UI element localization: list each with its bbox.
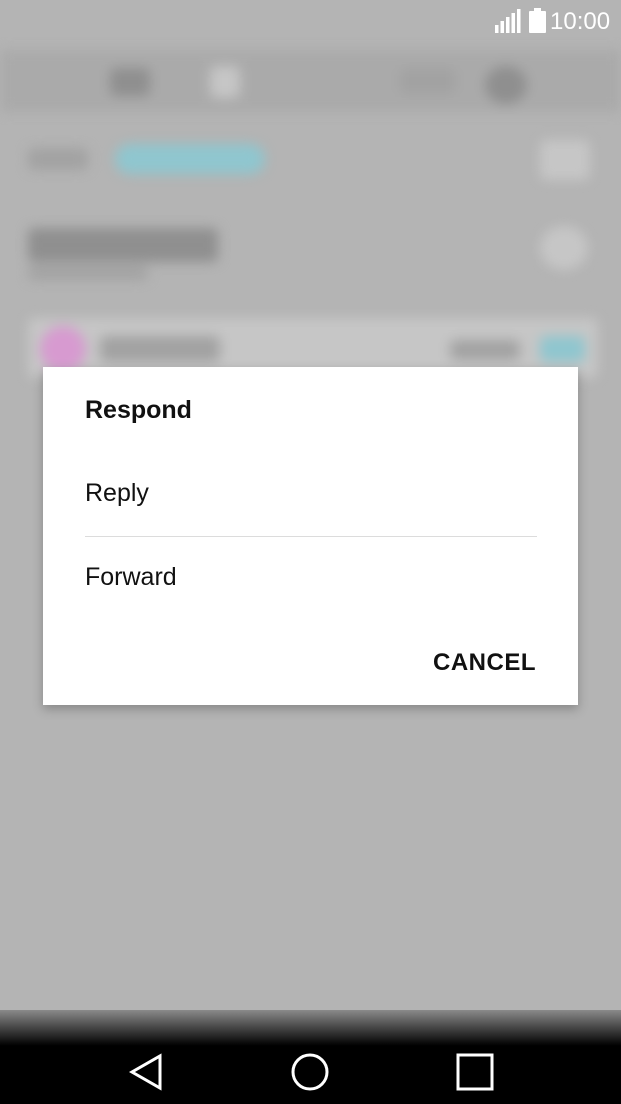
signal-icon [495,9,521,33]
navigation-bar [0,1010,621,1104]
home-icon[interactable] [288,1050,332,1094]
respond-dialog: Respond Reply Forward CANCEL [43,367,578,705]
status-time: 10:00 [550,8,611,35]
dialog-title: Respond [85,396,192,424]
status-bar: 10:00 [0,0,621,42]
battery-icon [529,8,546,33]
reply-option[interactable]: Reply [85,479,536,508]
forward-option[interactable]: Forward [85,563,536,592]
cancel-button[interactable]: CANCEL [433,649,536,677]
recent-apps-icon[interactable] [453,1050,497,1094]
back-icon[interactable] [124,1050,168,1094]
option-divider [85,536,537,537]
